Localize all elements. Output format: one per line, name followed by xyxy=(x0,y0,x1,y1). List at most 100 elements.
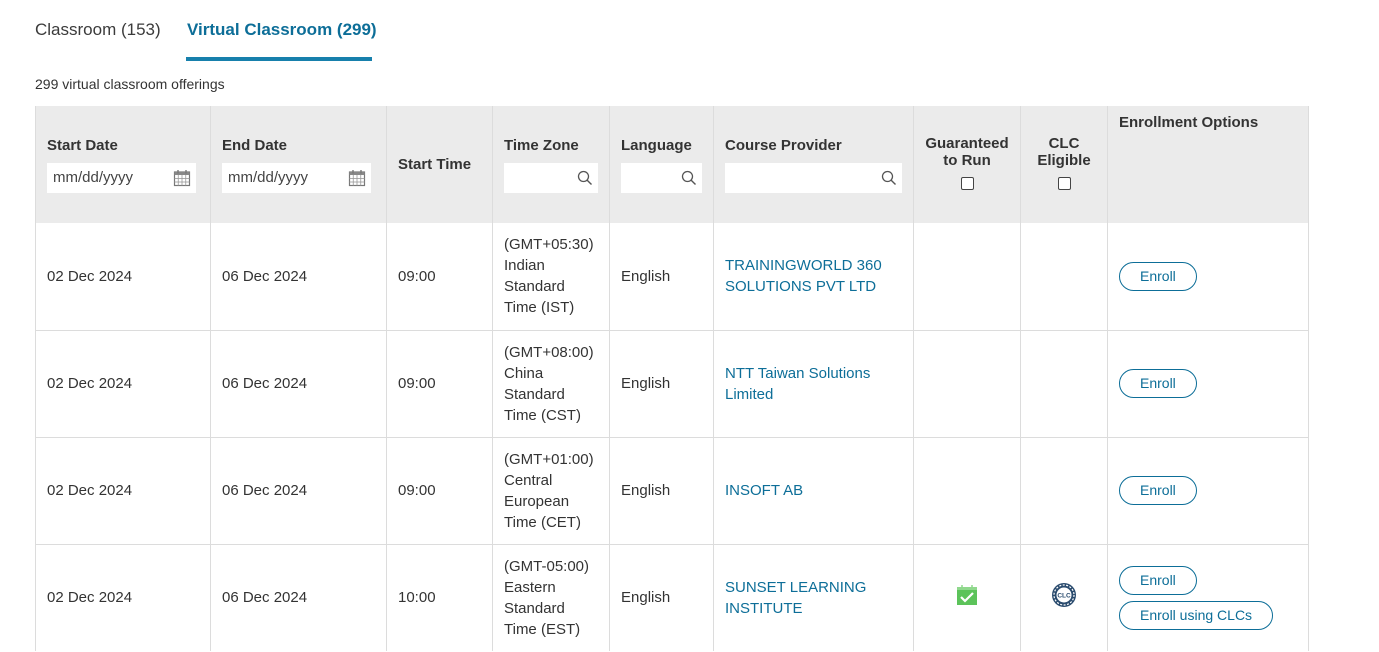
language-filter-input[interactable] xyxy=(621,162,702,193)
clc-badge-icon: CLC xyxy=(1052,582,1076,607)
cell-end-date: 06 Dec 2024 xyxy=(210,544,387,651)
tz-line: Standard xyxy=(504,385,565,403)
offering-count: 299 virtual classroom offerings xyxy=(35,76,225,92)
tz-line: European xyxy=(504,492,570,510)
cell-start-date: 02 Dec 2024 xyxy=(35,437,211,545)
tz-line: Time (CET) xyxy=(504,513,581,531)
cell-time-zone: (GMT+08:00) China Standard Time (CST) xyxy=(492,330,610,438)
header-time-zone-label: Time Zone xyxy=(504,136,579,154)
tz-line: Indian xyxy=(504,257,545,275)
cell-start-time: 10:00 xyxy=(386,544,493,651)
header-start-date: Start Date mm/dd/yyyy xyxy=(35,106,211,223)
table-row: 02 Dec 2024 06 Dec 2024 10:00 (GMT-05:00… xyxy=(35,544,1309,651)
cell-language: English xyxy=(609,437,714,545)
tz-line: China xyxy=(504,364,544,382)
cell-enrollment: Enroll xyxy=(1107,223,1309,331)
cell-clc: CLC xyxy=(1020,544,1108,651)
course-provider-link[interactable]: INSOFT AB xyxy=(725,482,803,499)
cell-clc xyxy=(1020,223,1108,331)
tz-line: Time (IST) xyxy=(504,299,575,317)
cell-language: English xyxy=(609,223,714,331)
table-row: 02 Dec 2024 06 Dec 2024 09:00 (GMT+05:30… xyxy=(35,223,1309,331)
cell-time-zone: (GMT+05:30) Indian Standard Time (IST) xyxy=(492,223,610,331)
cell-language: English xyxy=(609,330,714,438)
cell-guaranteed xyxy=(913,437,1021,545)
header-start-time: Start Time xyxy=(386,106,493,223)
enroll-button[interactable]: Enroll xyxy=(1119,565,1197,595)
search-icon xyxy=(681,170,696,185)
header-course-provider: Course Provider xyxy=(713,106,914,223)
provider-line: SUNSET LEARNING xyxy=(725,578,867,596)
header-start-time-label: Start Time xyxy=(398,156,472,173)
tz-line: Central xyxy=(504,471,553,489)
header-language: Language xyxy=(609,106,714,223)
enroll-button[interactable]: Enroll xyxy=(1119,476,1197,505)
provider-line: TRAININGWORLD 360 xyxy=(725,257,882,275)
cell-guaranteed xyxy=(913,223,1021,331)
tz-line: Time (EST) xyxy=(504,620,581,638)
active-tab-indicator xyxy=(186,57,372,61)
header-end-date-label: End Date xyxy=(222,136,288,154)
table-row: 02 Dec 2024 06 Dec 2024 09:00 (GMT+01:00… xyxy=(35,437,1309,545)
tz-line: (GMT+08:00) xyxy=(504,343,594,361)
cell-course-provider: NTT Taiwan Solutions Limited xyxy=(713,330,914,438)
cell-start-time: 09:00 xyxy=(386,223,493,331)
course-provider-link[interactable]: TRAININGWORLD 360 SOLUTIONS PVT LTD xyxy=(725,257,882,295)
cell-time-zone: (GMT+01:00) Central European Time (CET) xyxy=(492,437,610,545)
tz-line: (GMT-05:00) xyxy=(504,557,590,575)
cell-enrollment: Enroll xyxy=(1107,437,1309,545)
start-date-placeholder: mm/dd/yyyy xyxy=(53,169,134,186)
end-date-filter[interactable]: mm/dd/yyyy xyxy=(222,162,371,193)
provider-line: INSTITUTE xyxy=(725,599,803,617)
cell-start-time: 09:00 xyxy=(386,437,493,545)
header-time-zone: Time Zone xyxy=(492,106,610,223)
cell-end-date: 06 Dec 2024 xyxy=(210,223,387,331)
tz-line: Standard xyxy=(504,599,565,617)
enroll-using-clcs-button[interactable]: Enroll using CLCs xyxy=(1119,600,1274,630)
offerings-table: Start Date mm/dd/yyyy End Date mm/dd/yyy… xyxy=(35,106,1309,651)
course-provider-link[interactable]: NTT Taiwan Solutions Limited xyxy=(725,365,870,403)
enroll-button[interactable]: Enroll xyxy=(1119,261,1197,291)
provider-line: NTT Taiwan Solutions xyxy=(725,364,871,382)
cell-course-provider: TRAININGWORLD 360 SOLUTIONS PVT LTD xyxy=(713,223,914,331)
cell-time-zone: (GMT-05:00) Eastern Standard Time (EST) xyxy=(492,544,610,651)
cell-clc xyxy=(1020,437,1108,545)
cell-enrollment: Enroll Enroll using CLCs xyxy=(1107,544,1309,651)
cell-course-provider: INSOFT AB xyxy=(713,437,914,545)
provider-line: SOLUTIONS PVT LTD xyxy=(725,278,877,296)
header-enrollment-label: Enrollment Options xyxy=(1119,114,1259,131)
cell-start-date: 02 Dec 2024 xyxy=(35,330,211,438)
calendar-icon[interactable] xyxy=(348,169,366,187)
course-provider-filter-input[interactable] xyxy=(725,162,902,193)
header-clc-label: CLC Eligible xyxy=(1037,135,1091,169)
table-row: 02 Dec 2024 06 Dec 2024 09:00 (GMT+08:00… xyxy=(35,330,1309,438)
search-icon xyxy=(881,170,896,185)
header-guaranteed: Guaranteed to Run xyxy=(913,106,1021,223)
enroll-button[interactable]: Enroll xyxy=(1119,369,1197,398)
clc-badge-text: CLC xyxy=(1057,592,1071,599)
enrollment-button-group: Enroll Enroll using CLCs xyxy=(1119,565,1297,630)
cell-guaranteed xyxy=(913,544,1021,651)
table-header-row: Start Date mm/dd/yyyy End Date mm/dd/yyy… xyxy=(35,106,1309,223)
course-provider-link[interactable]: SUNSET LEARNING INSTITUTE xyxy=(725,579,866,617)
header-enrollment: Enrollment Options xyxy=(1107,106,1309,223)
header-end-date: End Date mm/dd/yyyy xyxy=(210,106,387,223)
cell-end-date: 06 Dec 2024 xyxy=(210,330,387,438)
tz-line: (GMT+05:30) xyxy=(504,236,594,254)
time-zone-filter-input[interactable] xyxy=(504,162,598,193)
clc-filter-checkbox[interactable] xyxy=(1057,177,1071,190)
tz-line: Time (CST) xyxy=(504,406,581,424)
tz-line: Eastern xyxy=(504,578,556,596)
tab-virtual-classroom[interactable]: Virtual Classroom (299) xyxy=(187,20,377,40)
cell-language: English xyxy=(609,544,714,651)
calendar-icon[interactable] xyxy=(173,169,191,187)
tz-line: (GMT+01:00) xyxy=(504,450,594,468)
guaranteed-filter-checkbox[interactable] xyxy=(960,177,974,190)
cell-end-date: 06 Dec 2024 xyxy=(210,437,387,545)
cell-clc xyxy=(1020,330,1108,438)
header-start-date-label: Start Date xyxy=(47,136,118,154)
cell-course-provider: SUNSET LEARNING INSTITUTE xyxy=(713,544,914,651)
start-date-filter[interactable]: mm/dd/yyyy xyxy=(47,162,196,193)
tab-classroom[interactable]: Classroom (153) xyxy=(35,20,161,40)
provider-line: Limited xyxy=(725,385,774,403)
